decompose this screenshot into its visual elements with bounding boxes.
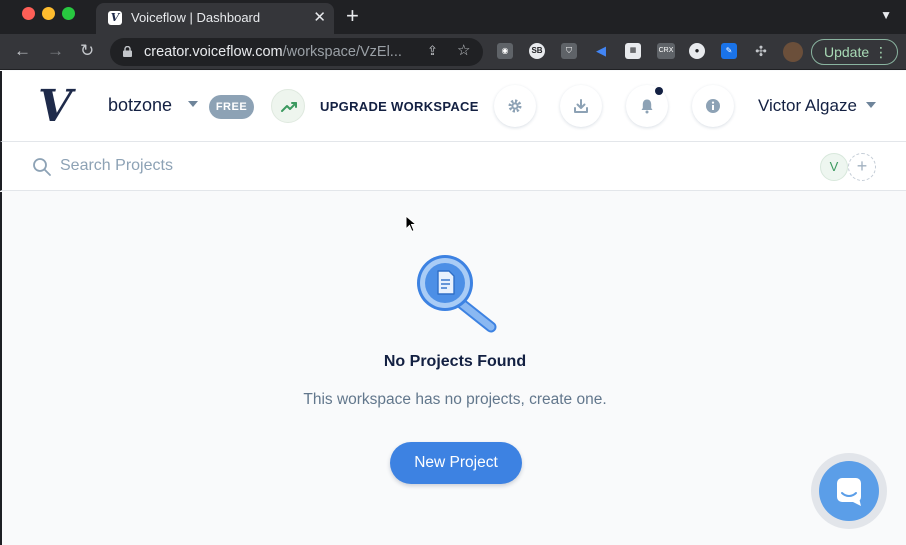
lastpass-extension-icon[interactable]: ● bbox=[689, 43, 705, 59]
browser-tab-active[interactable]: V Voiceflow | Dashboard ✕ bbox=[96, 3, 334, 34]
magnifier-document-illustration bbox=[417, 255, 497, 333]
close-window-button[interactable] bbox=[22, 7, 35, 20]
back-arrow-icon[interactable]: ← bbox=[14, 40, 31, 62]
address-bar[interactable]: creator.voiceflow.com/workspace/VzEl... … bbox=[110, 38, 483, 66]
url-path: /workspace/VzEl... bbox=[282, 44, 402, 60]
chat-icon bbox=[837, 478, 861, 506]
gear-icon bbox=[508, 99, 522, 113]
workspace-caret-icon[interactable] bbox=[188, 101, 198, 107]
url-host: creator.voiceflow.com bbox=[144, 44, 283, 60]
chat-launcher-inner bbox=[819, 461, 879, 521]
settings-button[interactable] bbox=[494, 85, 536, 127]
camera-icon[interactable]: ◉ bbox=[497, 43, 513, 59]
voiceflow-logo[interactable]: V bbox=[38, 81, 72, 132]
profile-avatar[interactable] bbox=[783, 42, 803, 62]
bookmark-star-icon[interactable]: ☆ bbox=[457, 41, 470, 59]
upgrade-workspace-link[interactable]: UPGRADE WORKSPACE bbox=[320, 99, 479, 114]
tab-search-chevron-icon[interactable]: ▼ bbox=[880, 8, 892, 22]
close-tab-icon[interactable]: ✕ bbox=[313, 8, 326, 26]
notification-dot bbox=[655, 87, 663, 95]
voiceflow-favicon: V bbox=[108, 11, 122, 25]
forward-arrow-icon[interactable]: → bbox=[47, 40, 64, 62]
update-browser-button[interactable]: Update ⋮ bbox=[811, 39, 898, 65]
support-chat-launcher[interactable] bbox=[811, 453, 887, 529]
crx-extension-icon[interactable]: CRX bbox=[657, 43, 675, 59]
bell-icon bbox=[641, 99, 653, 114]
update-label: Update bbox=[824, 44, 870, 60]
share-icon[interactable]: ⇪ bbox=[427, 43, 438, 59]
add-member-button[interactable]: + bbox=[848, 153, 876, 181]
browser-toolbar: ← → ↻ creator.voiceflow.com/workspace/Vz… bbox=[0, 34, 906, 70]
megaphone-extension-icon[interactable]: ◀ bbox=[593, 43, 609, 59]
tab-title: Voiceflow | Dashboard bbox=[131, 10, 261, 25]
info-button[interactable] bbox=[692, 85, 734, 127]
empty-state-title: No Projects Found bbox=[383, 353, 527, 370]
user-menu-caret-icon[interactable] bbox=[866, 102, 876, 108]
lock-icon bbox=[123, 46, 132, 57]
workspace-name[interactable]: botzone bbox=[108, 95, 172, 116]
notifications-button[interactable] bbox=[626, 85, 668, 127]
minimize-window-button[interactable] bbox=[42, 7, 55, 20]
puzzle-icon[interactable]: ✣ bbox=[753, 43, 769, 59]
mouse-cursor-icon bbox=[405, 215, 417, 233]
plan-badge: FREE bbox=[209, 95, 254, 119]
wappalyzer-extension-icon[interactable]: ▦ bbox=[625, 43, 641, 59]
empty-state-description: This workspace has no projects, create o… bbox=[303, 391, 607, 408]
trending-up-icon bbox=[281, 102, 297, 112]
url-text: creator.voiceflow.com/workspace/VzEl... bbox=[144, 44, 414, 60]
download-button[interactable] bbox=[560, 85, 602, 127]
upgrade-button[interactable] bbox=[271, 89, 305, 123]
project-search-bar: V + bbox=[0, 142, 906, 191]
new-tab-icon[interactable]: + bbox=[346, 3, 359, 29]
info-icon bbox=[706, 99, 720, 113]
download-icon bbox=[574, 99, 588, 113]
member-avatar[interactable]: V bbox=[820, 153, 848, 181]
maximize-window-button[interactable] bbox=[62, 7, 75, 20]
search-input[interactable] bbox=[60, 154, 460, 178]
pen-extension-icon[interactable]: ✎ bbox=[721, 43, 737, 59]
more-vertical-icon: ⋮ bbox=[874, 44, 888, 60]
browser-titlebar: V Voiceflow | Dashboard ✕ + ▼ bbox=[0, 0, 906, 34]
user-name[interactable]: Victor Algaze bbox=[758, 96, 857, 116]
new-project-button[interactable]: New Project bbox=[390, 442, 522, 484]
sb-extension-icon[interactable]: SB bbox=[529, 43, 545, 59]
search-icon bbox=[33, 158, 51, 176]
reload-icon[interactable]: ↻ bbox=[80, 40, 94, 62]
app-header: V botzone FREE UPGRADE WORKSPACE Victor … bbox=[0, 71, 906, 142]
projects-area: No Projects Found This workspace has no … bbox=[0, 192, 906, 545]
shield-extension-icon[interactable]: ⛉ bbox=[561, 43, 577, 59]
